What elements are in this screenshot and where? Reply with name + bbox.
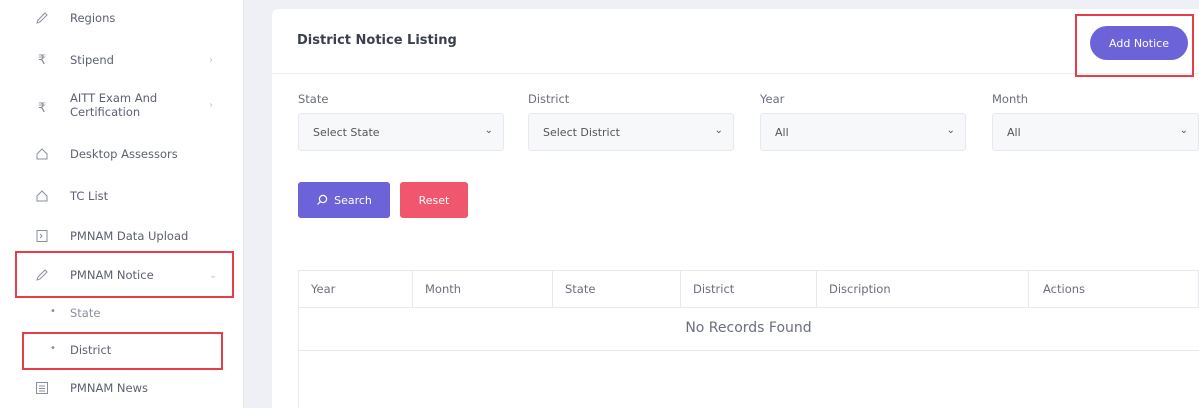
home-icon	[34, 188, 50, 204]
district-select-value: Select District	[543, 125, 620, 139]
table-header: Year Month State District Discription Ac…	[298, 270, 1199, 308]
label-line-2: Certification	[70, 105, 141, 119]
sidebar-item-label: PMNAM News	[70, 381, 148, 395]
sidebar-item-pmnam-news[interactable]: PMNAM News	[0, 378, 243, 398]
search-button[interactable]: Search	[298, 182, 390, 218]
sidebar-item-label: Desktop Assessors	[70, 147, 178, 161]
bullet-icon: •	[50, 343, 56, 354]
column-header-year[interactable]: Year	[299, 271, 413, 307]
state-select-value: Select State	[313, 125, 380, 139]
district-select[interactable]: Select District ⌄	[528, 113, 734, 151]
month-select[interactable]: All ⌄	[992, 113, 1199, 151]
pencil-icon	[34, 10, 50, 26]
add-notice-button[interactable]: Add Notice	[1090, 26, 1188, 60]
month-filter-label: Month	[992, 92, 1029, 106]
page-title: District Notice Listing	[297, 33, 457, 48]
year-select[interactable]: All ⌄	[760, 113, 966, 151]
chevron-right-icon: ›	[209, 100, 213, 111]
column-header-state[interactable]: State	[553, 271, 681, 307]
pencil-icon	[34, 267, 50, 283]
year-filter-label: Year	[760, 92, 785, 106]
district-filter-label: District	[528, 92, 570, 106]
home-icon	[34, 146, 50, 162]
sidebar-subitem-label: District	[70, 343, 112, 357]
label-line-1: AITT Exam And	[70, 91, 158, 105]
list-icon	[34, 380, 50, 396]
month-select-value: All	[1007, 125, 1021, 139]
bullet-icon: •	[50, 306, 56, 317]
column-header-district[interactable]: District	[681, 271, 817, 307]
column-header-actions: Actions	[1043, 282, 1086, 296]
chevron-right-icon: ›	[209, 54, 213, 66]
sidebar-item-label: AITT Exam And Certification	[70, 91, 157, 119]
sidebar-item-label: PMNAM Notice	[70, 268, 154, 282]
state-filter-label: State	[298, 92, 329, 106]
empty-table-message: No Records Found	[685, 320, 812, 336]
column-header-month[interactable]: Month	[413, 271, 553, 307]
sidebar-item-stipend[interactable]: ₹ Stipend ›	[0, 50, 243, 70]
sidebar-subitem-district[interactable]: • District	[0, 343, 243, 359]
sidebar-item-pmnam-notice[interactable]: PMNAM Notice ⌄	[0, 264, 243, 286]
year-select-value: All	[775, 125, 789, 139]
chevron-down-icon: ⌄	[946, 125, 955, 136]
sidebar-item-label: PMNAM Data Upload	[70, 229, 189, 243]
sidebar-item-label: TC List	[70, 189, 109, 203]
rupee-icon: ₹	[37, 52, 47, 68]
sidebar-item-regions[interactable]: Regions	[0, 8, 243, 28]
search-button-label: Search	[334, 193, 372, 207]
chevron-down-icon: ⌄	[1179, 125, 1188, 136]
sidebar-item-tc-list[interactable]: TC List	[0, 186, 243, 206]
sidebar-item-desktop-assessors[interactable]: Desktop Assessors	[0, 144, 243, 164]
chevron-down-icon: ⌄	[209, 269, 218, 281]
table-row-divider	[298, 350, 1199, 351]
sidebar: Regions ₹ Stipend › ₹ AITT Exam And Cert…	[0, 0, 244, 408]
state-select[interactable]: Select State ⌄	[298, 113, 504, 151]
upload-icon	[34, 228, 50, 244]
sidebar-item-aitt-exam[interactable]: ₹ AITT Exam And Certification ›	[0, 90, 243, 126]
card-header: District Notice Listing Add Notice	[272, 9, 1199, 74]
sidebar-subitem-label: State	[70, 306, 101, 320]
column-header-description[interactable]: Discription	[817, 271, 1029, 307]
search-icon	[317, 194, 328, 205]
reset-button[interactable]: Reset	[400, 182, 468, 218]
sidebar-subitem-state[interactable]: • State	[0, 306, 243, 322]
chevron-down-icon: ⌄	[484, 125, 493, 136]
sidebar-item-label: Regions	[70, 11, 116, 25]
sidebar-item-pmnam-data-upload[interactable]: PMNAM Data Upload	[0, 226, 243, 246]
sidebar-item-label: Stipend	[70, 53, 114, 67]
rupee-icon: ₹	[37, 100, 47, 116]
chevron-down-icon: ⌄	[714, 125, 723, 136]
